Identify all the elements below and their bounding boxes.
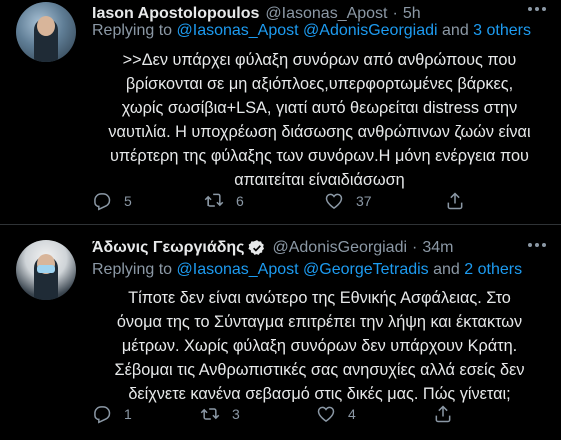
reply-button[interactable]: 1 — [92, 402, 132, 426]
avatar-mask — [37, 265, 55, 273]
reply-button[interactable]: 5 — [92, 189, 132, 213]
replying-to-prefix: Replying to — [92, 22, 177, 39]
replying-to-prefix: Replying to — [92, 261, 177, 278]
author-handle[interactable]: @Iasonas_Apost — [265, 5, 387, 23]
retweet-icon — [204, 193, 224, 207]
more-options-icon[interactable] — [527, 242, 547, 248]
tweet-text-line: χωρίς σωσίβια+LSA, γιατί αυτό θεωρείται … — [121, 99, 518, 117]
reply-count: 5 — [124, 193, 132, 209]
tweet-header: Iason Apostolopoulos @Iasonas_Apost · 5h — [92, 4, 421, 24]
author-name[interactable]: Άδωνις Γεωργιάδης — [92, 239, 244, 257]
timestamp[interactable]: 5h — [403, 5, 421, 23]
share-icon — [447, 192, 463, 210]
reply-mentions-link[interactable]: @Iasonas_Apost @GeorgeTetradis — [177, 261, 429, 278]
reply-others-link[interactable]: 3 others — [473, 22, 531, 39]
share-icon — [435, 405, 451, 423]
tweet-text: >>Δεν υπάρχει φύλαξη συνόρων από ανθρώπο… — [92, 48, 547, 192]
share-button[interactable] — [445, 189, 465, 213]
retweet-count: 6 — [236, 193, 244, 209]
tweet-text-line: Τίποτε δεν είναι ανώτερο της Εθνικής Ασφ… — [128, 289, 511, 307]
verified-badge-icon — [248, 240, 265, 255]
like-icon — [325, 193, 343, 209]
share-button[interactable] — [433, 402, 453, 426]
retweet-button[interactable]: 6 — [204, 189, 244, 213]
like-button[interactable]: 37 — [324, 189, 372, 213]
replying-to-and: and — [437, 22, 474, 39]
tweet-text-line: >>Δεν υπάρχει φύλαξη συνόρων από ανθρώπο… — [122, 51, 517, 69]
avatar[interactable] — [16, 2, 76, 62]
more-options-icon[interactable] — [527, 6, 547, 12]
tweet-text-line: μέτρων. Χωρίς φύλαξη συνόρων δεν υπάρχου… — [121, 337, 518, 355]
retweet-button[interactable]: 3 — [200, 402, 240, 426]
tweet-actions: 1 3 4 — [92, 402, 542, 426]
like-count: 37 — [356, 193, 372, 209]
avatar[interactable] — [16, 240, 76, 300]
replying-to: Replying to @Iasonas_Apost @AdonisGeorgi… — [92, 22, 531, 40]
tweet-text-line: ναυτιλία. Η υποχρέωση διάσωσης ανθρώπινω… — [108, 123, 531, 141]
retweet-count: 3 — [232, 406, 240, 422]
reply-icon — [94, 406, 111, 424]
reply-mentions-link[interactable]: @Iasonas_Apost @AdonisGeorgiadi — [177, 22, 438, 39]
tweet-divider — [0, 224, 561, 225]
tweet-actions: 5 6 37 — [92, 189, 542, 213]
reply-count: 1 — [124, 406, 132, 422]
tweet-text-line: υπέρτερη της φύλαξης των συνόρων.Η μόνη … — [110, 147, 529, 165]
tweet-text-line: όνομα της το Σύνταγμα επιτρέπει την λήψη… — [116, 313, 523, 331]
tweet-iason[interactable]: Iason Apostolopoulos @Iasonas_Apost · 5h… — [0, 0, 561, 222]
tweet-text-line: βρίσκονται σε μη αξιόπλοες,υπερφορτωμένε… — [125, 75, 514, 93]
timestamp[interactable]: 34m — [422, 239, 453, 257]
tweet-adonis[interactable]: Άδωνις Γεωργιάδης @AdonisGeorgiadi · 34m… — [0, 228, 561, 440]
replying-to-and: and — [428, 261, 465, 278]
author-handle[interactable]: @AdonisGeorgiadi — [272, 239, 407, 257]
separator-dot: · — [392, 5, 398, 22]
reply-others-link[interactable]: 2 others — [464, 261, 522, 278]
like-button[interactable]: 4 — [316, 402, 356, 426]
reply-icon — [94, 193, 111, 211]
like-icon — [317, 406, 335, 422]
like-count: 4 — [348, 406, 356, 422]
tweet-header: Άδωνις Γεωργιάδης @AdonisGeorgiadi · 34m — [92, 238, 453, 258]
retweet-icon — [200, 408, 220, 420]
separator-dot: · — [412, 239, 418, 256]
replying-to: Replying to @Iasonas_Apost @GeorgeTetrad… — [92, 261, 522, 279]
tweet-text-line: Σέβομαι τις Ανθρωπιστικές σας ανησυχίες … — [114, 361, 525, 379]
avatar-face — [37, 16, 55, 36]
author-name[interactable]: Iason Apostolopoulos — [92, 5, 259, 23]
tweet-text: Τίποτε δεν είναι ανώτερο της Εθνικής Ασφ… — [92, 286, 547, 406]
